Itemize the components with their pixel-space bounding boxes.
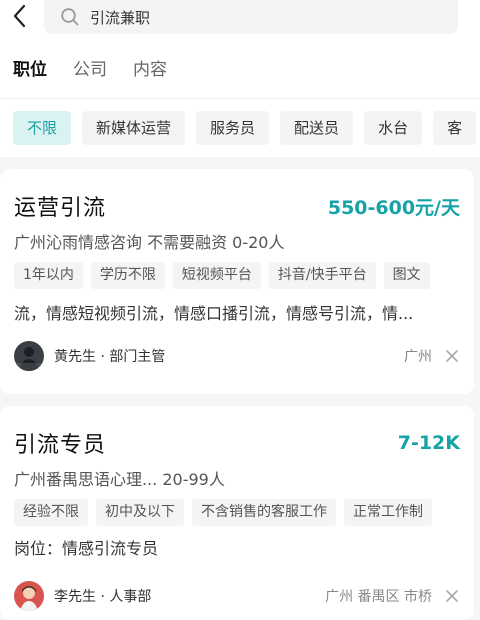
filter-chips: 不限 新媒体运营 服务员 配送员 水台 客 <box>0 99 480 157</box>
avatar <box>14 581 44 611</box>
job-location-row: 广州 番禺区 市桥 <box>325 586 460 606</box>
tab-jobs[interactable]: 职位 <box>13 55 47 80</box>
job-title: 运营引流 <box>14 196 107 221</box>
filter-chip-waiter[interactable]: 服务员 <box>196 111 270 145</box>
job-salary: 7-12K <box>397 432 460 454</box>
job-card[interactable]: 运营引流 550-600元/天 广州沁雨情感咨询 不需要融资 0-20人 1年以… <box>0 169 474 394</box>
job-location-row: 广州 <box>404 346 460 366</box>
filter-chip-unlimited[interactable]: 不限 <box>13 111 72 145</box>
search-row <box>0 0 480 36</box>
tab-bar: 职位 公司 内容 <box>0 36 480 98</box>
search-input[interactable] <box>90 8 390 26</box>
job-location: 广州 <box>404 349 432 365</box>
filter-chip-delivery[interactable]: 配送员 <box>280 111 354 145</box>
job-title-row: 引流专员 7-12K <box>14 428 460 458</box>
search-icon <box>61 8 79 26</box>
company-info: 广州番禺思语心理... 20-99人 <box>14 470 225 489</box>
job-salary: 550-600元/天 <box>327 196 460 219</box>
close-icon[interactable] <box>444 348 460 364</box>
search-box[interactable] <box>44 0 458 34</box>
job-title-row: 运营引流 550-600元/天 <box>14 191 460 221</box>
job-description: 流，情感短视频引流，情感口播引流，情感号引流，情... <box>14 304 414 323</box>
recruiter-info: 黄先生 · 部门主管 <box>14 341 165 371</box>
avatar <box>14 341 44 371</box>
job-description: 岗位：情感引流专员 <box>14 539 159 558</box>
recruiter-row: 黄先生 · 部门主管 广州 <box>14 340 460 372</box>
close-icon[interactable] <box>444 588 460 604</box>
header: 职位 公司 内容 不限 新媒体运营 服务员 配送员 水台 客 <box>0 0 480 157</box>
job-tag: 1年以内 <box>14 262 83 289</box>
job-card[interactable]: 引流专员 7-12K 广州番禺思语心理... 20-99人 经验不限 初中及以下… <box>0 406 474 620</box>
job-tags: 1年以内 学历不限 短视频平台 抖音/快手平台 图文 <box>14 262 460 290</box>
tab-content[interactable]: 内容 <box>133 55 167 80</box>
job-tag: 不含销售的客服工作 <box>192 499 336 526</box>
job-tag: 学历不限 <box>90 262 165 289</box>
job-title: 引流专员 <box>14 433 107 458</box>
filter-chip-partial[interactable]: 客 <box>433 111 477 145</box>
job-tag: 初中及以下 <box>96 499 184 526</box>
job-location: 广州 番禺区 市桥 <box>325 589 432 605</box>
company-info: 广州沁雨情感咨询 不需要融资 0-20人 <box>14 233 285 252</box>
job-tag: 图文 <box>383 262 430 289</box>
chevron-left-icon <box>13 4 26 28</box>
filter-chip-water-station[interactable]: 水台 <box>364 111 423 145</box>
recruiter-row: 李先生 · 人事部 广州 番禺区 市桥 <box>14 580 460 612</box>
job-tag: 抖音/快手平台 <box>268 262 376 289</box>
job-tag: 短视频平台 <box>172 262 261 289</box>
tab-companies[interactable]: 公司 <box>73 55 107 80</box>
back-button[interactable] <box>4 0 34 32</box>
recruiter-name: 黄先生 · 部门主管 <box>54 349 166 365</box>
recruiter-info: 李先生 · 人事部 <box>14 581 151 611</box>
job-tag: 经验不限 <box>14 499 88 526</box>
job-tag: 正常工作制 <box>344 499 432 526</box>
filter-chip-new-media[interactable]: 新媒体运营 <box>82 111 186 145</box>
recruiter-name: 李先生 · 人事部 <box>54 589 152 605</box>
job-tags: 经验不限 初中及以下 不含销售的客服工作 正常工作制 <box>14 499 460 527</box>
